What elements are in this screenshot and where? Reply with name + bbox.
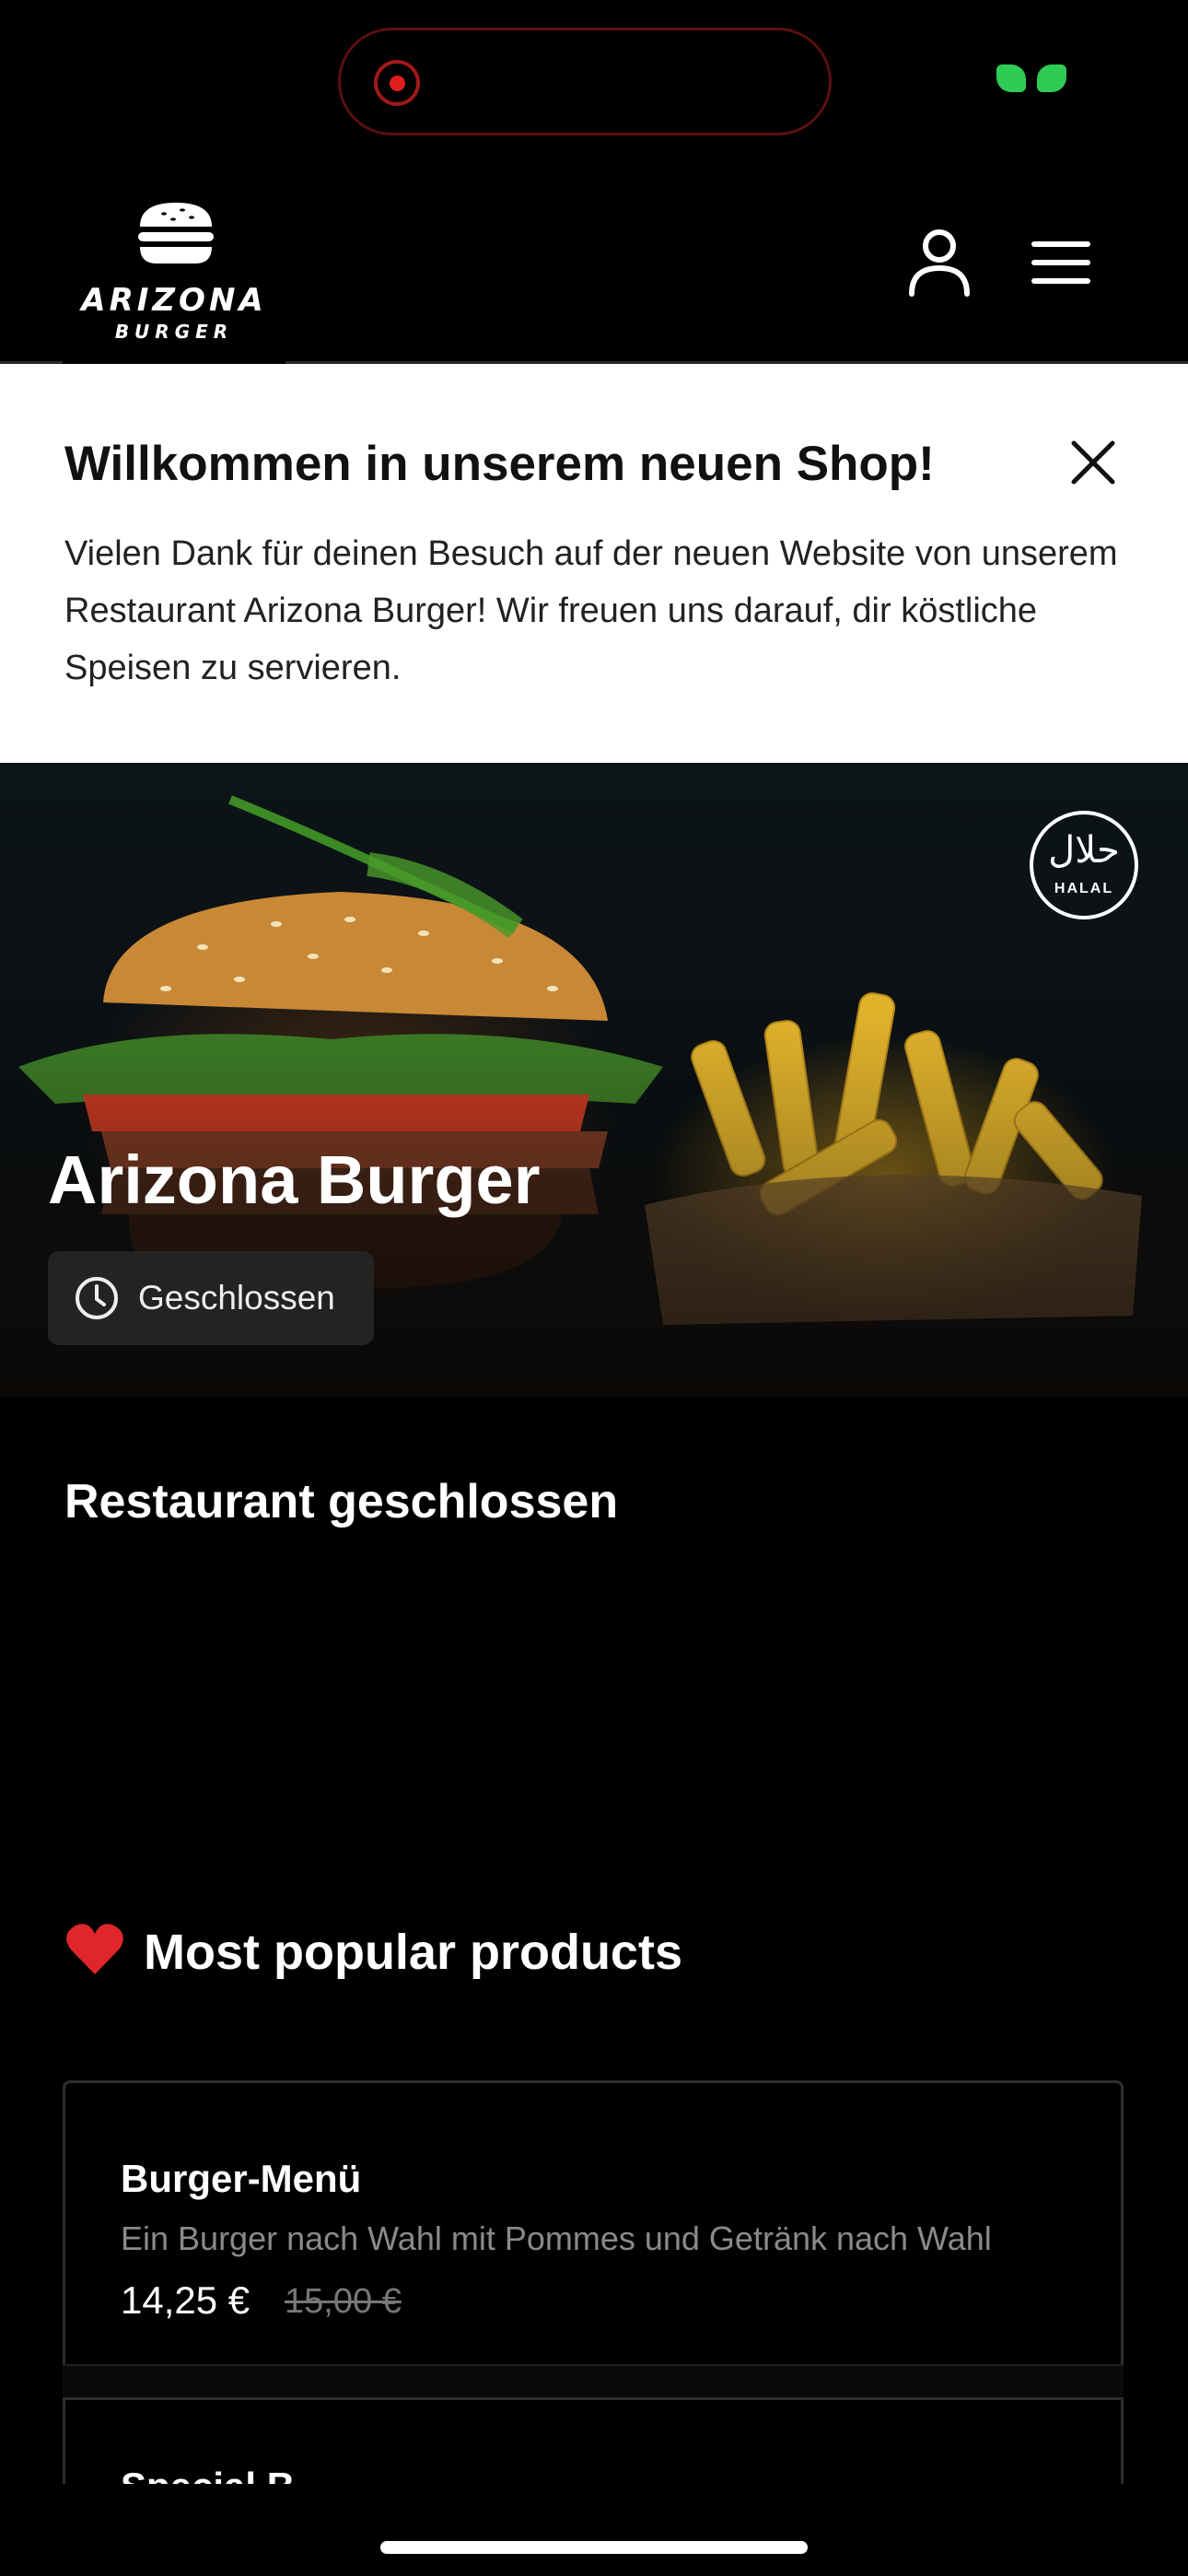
halal-badge-label: HALAL <box>1054 881 1114 896</box>
dynamic-island <box>338 28 832 135</box>
camera-indicator-icon <box>996 64 1066 92</box>
banner-title: Willkommen in unserem neuen Shop! <box>64 437 935 491</box>
bottom-safe-area <box>0 2484 1188 2576</box>
close-icon[interactable] <box>1066 436 1120 489</box>
product-card[interactable]: Special B... <box>63 2397 1124 2484</box>
product-old-price: 15,00 € <box>285 2282 402 2321</box>
welcome-banner: Willkommen in unserem neuen Shop! Vielen… <box>0 364 1188 763</box>
halal-badge: حلال HALAL <box>1030 811 1138 919</box>
product-price: 14,25 € <box>121 2278 250 2322</box>
user-icon[interactable] <box>903 226 976 299</box>
popular-products-heading: Most popular products <box>64 1921 682 1981</box>
burger-logo-icon <box>138 203 214 263</box>
hamburger-menu-icon[interactable] <box>1027 235 1101 290</box>
product-card[interactable]: Burger-Menü Ein Burger nach Wahl mit Pom… <box>63 2080 1124 2366</box>
site-header: ARIZONA BURGER <box>0 157 1188 371</box>
hero-section: حلال HALAL Arizona Burger Geschlossen <box>0 763 1188 1397</box>
popular-products-title: Most popular products <box>144 1925 682 1980</box>
home-indicator[interactable] <box>380 2541 808 2554</box>
heart-icon <box>66 1924 123 1974</box>
card-divider <box>63 2364 1124 2397</box>
product-name: Burger-Menü <box>121 2157 362 2200</box>
product-name: Special B... <box>121 2465 327 2484</box>
opening-status-label: Geschlossen <box>138 1279 335 1317</box>
screen-recording-icon <box>374 60 420 106</box>
arizona-burger-logo[interactable]: ARIZONA BURGER <box>63 173 285 371</box>
opening-status-badge[interactable]: Geschlossen <box>48 1251 374 1345</box>
restaurant-closed-heading: Restaurant geschlossen <box>64 1475 619 1528</box>
product-description: Ein Burger nach Wahl mit Pommes und Getr… <box>121 2219 992 2257</box>
banner-text: Vielen Dank für deinen Besuch auf der ne… <box>64 534 1118 687</box>
logo-name: ARIZONA <box>81 282 267 319</box>
restaurant-name: Arizona Burger <box>48 1142 541 1218</box>
halal-badge-arabic: حلال <box>1048 829 1120 872</box>
logo-subtitle: BURGER <box>114 321 234 343</box>
clock-icon <box>76 1277 118 1319</box>
status-bar <box>0 0 1188 157</box>
